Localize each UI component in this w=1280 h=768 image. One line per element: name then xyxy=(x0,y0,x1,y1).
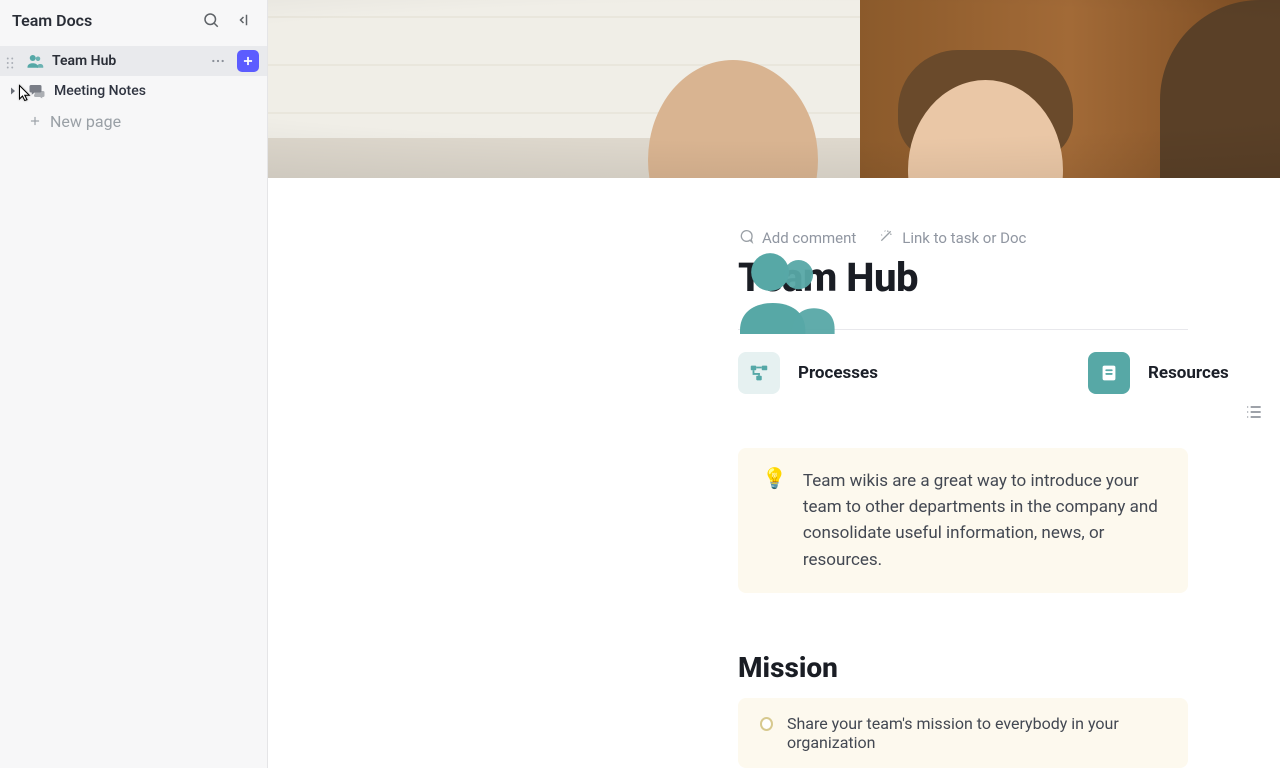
sidebar-title: Team Docs xyxy=(12,11,92,30)
sidebar-header: Team Docs xyxy=(0,0,267,40)
sidebar-page-list: Team Hub Meeting Notes xyxy=(0,40,267,136)
card-processes[interactable]: Processes xyxy=(738,352,1018,394)
lightbulb-icon: 💡 xyxy=(762,468,787,573)
people-icon xyxy=(26,52,44,70)
link-task-button[interactable]: Link to task or Doc xyxy=(878,228,1026,248)
page-meta-row: Add comment Link to task or Doc xyxy=(738,228,1280,248)
tip-callout: 💡 Team wikis are a great way to introduc… xyxy=(738,448,1188,593)
sidebar: Team Docs Team Hub xyxy=(0,0,268,768)
app-root: Team Docs Team Hub xyxy=(0,0,1280,768)
collapse-sidebar-icon[interactable] xyxy=(235,10,255,30)
page-icon-large[interactable] xyxy=(730,248,836,334)
link-task-label: Link to task or Doc xyxy=(902,229,1026,247)
caret-right-icon[interactable] xyxy=(6,84,20,98)
bullet-icon xyxy=(760,717,773,731)
section-heading-mission[interactable]: Mission xyxy=(738,651,1280,684)
chat-bubbles-icon xyxy=(28,82,46,100)
add-comment-button[interactable]: Add comment xyxy=(738,228,856,248)
tip-text: Team wikis are a great way to introduce … xyxy=(803,468,1164,573)
outline-icon[interactable] xyxy=(1244,402,1264,422)
chat-outline-icon xyxy=(738,228,754,248)
drag-handle-icon[interactable] xyxy=(6,54,16,68)
card-label: Resources xyxy=(1148,363,1229,383)
sidebar-new-page[interactable]: New page xyxy=(0,106,267,136)
sidebar-item-team-hub[interactable]: Team Hub xyxy=(0,46,267,76)
quick-links-row: Processes Resources xyxy=(738,352,1188,394)
sidebar-item-meeting-notes[interactable]: Meeting Notes xyxy=(0,76,267,106)
add-comment-label: Add comment xyxy=(762,229,856,247)
more-icon[interactable] xyxy=(207,50,229,72)
sidebar-item-label: Meeting Notes xyxy=(54,83,146,99)
sidebar-header-actions xyxy=(201,10,255,30)
cover-image[interactable] xyxy=(268,0,1280,178)
book-icon xyxy=(1088,352,1130,394)
flow-icon xyxy=(738,352,780,394)
sidebar-new-page-label: New page xyxy=(50,112,121,131)
document-main: Add comment Link to task or Doc Team Hub… xyxy=(268,0,1280,768)
card-label: Processes xyxy=(798,363,878,383)
add-subpage-button[interactable] xyxy=(237,50,259,72)
wand-icon xyxy=(878,228,894,248)
sidebar-item-label: Team Hub xyxy=(52,53,116,69)
plus-icon xyxy=(28,114,42,128)
mission-callout: Share your team's mission to everybody i… xyxy=(738,698,1188,768)
search-icon[interactable] xyxy=(201,10,221,30)
card-resources[interactable]: Resources xyxy=(1088,352,1280,394)
mission-text: Share your team's mission to everybody i… xyxy=(787,714,1166,752)
